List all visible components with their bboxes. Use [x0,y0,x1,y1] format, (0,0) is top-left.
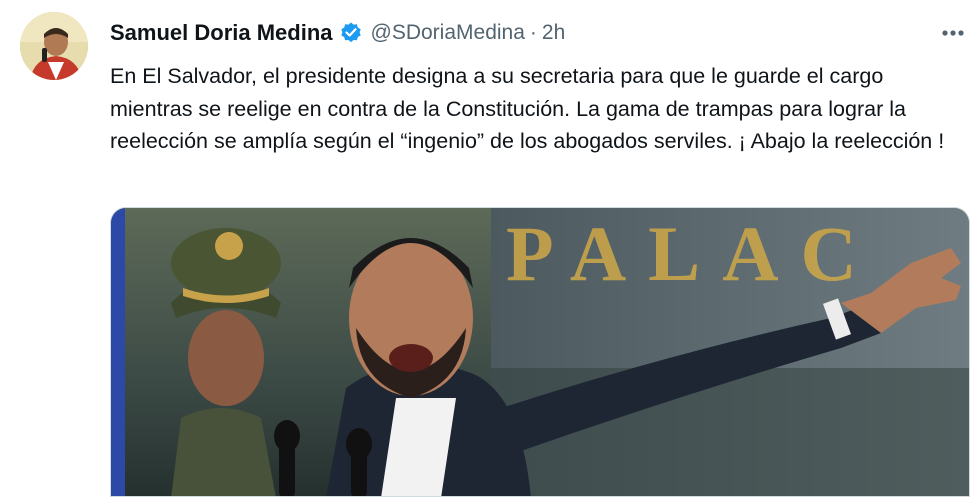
avatar[interactable] [20,12,88,80]
tweet-header: Samuel Doria Medina @SDoriaMedina · 2h [110,18,565,48]
more-options-button[interactable] [938,20,968,46]
background-sign-text: PALAC [506,210,879,297]
author-name[interactable]: Samuel Doria Medina [110,20,333,46]
more-options-icon [942,30,964,36]
tweet-media-photo[interactable]: PALAC [110,207,970,497]
author-handle[interactable]: @SDoriaMedina [371,21,525,45]
media-photo: PALAC [111,208,969,496]
avatar-image [20,12,88,80]
verified-badge-icon [340,22,361,43]
tweet-text: En El Salvador, el presidente designa a … [110,64,945,153]
separator-dot: · [529,21,537,44]
timestamp[interactable]: 2h [542,21,565,45]
